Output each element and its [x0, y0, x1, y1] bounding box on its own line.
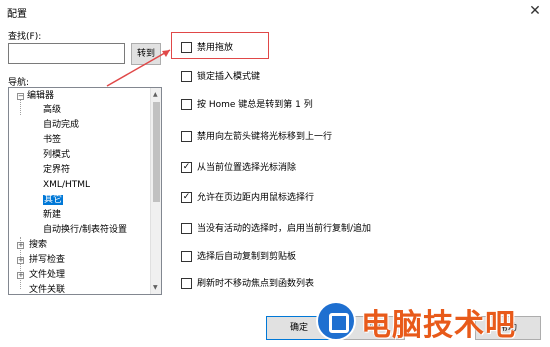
- collapse-icon[interactable]: −: [17, 93, 24, 100]
- expand-icon[interactable]: +: [17, 257, 24, 264]
- checkbox[interactable]: [181, 42, 192, 53]
- watermark-logo-icon: [316, 301, 356, 341]
- tree-item-file-association[interactable]: 文件关联: [29, 284, 65, 294]
- annotation-arrow-icon: [106, 49, 171, 87]
- tree-item-bookmarks[interactable]: 书签: [43, 134, 61, 147]
- nav-tree[interactable]: − 编辑器 高级 自动完成 书签 列模式 定界符 XML/HTML 其它 新建 …: [8, 87, 162, 295]
- tree-item-column-mode[interactable]: 列模式: [43, 149, 70, 162]
- tree-item-wrap-tab[interactable]: 自动换行/制表符设置: [43, 224, 127, 237]
- checkbox[interactable]: [181, 99, 192, 110]
- tree-item-delimiters[interactable]: 定界符: [43, 164, 70, 177]
- checkbox[interactable]: [181, 71, 192, 82]
- scroll-down-icon[interactable]: ▼: [153, 284, 158, 291]
- tree-item-advanced[interactable]: 高级: [43, 104, 61, 117]
- tree-item-autocomplete[interactable]: 自动完成: [43, 119, 79, 132]
- watermark: 电脑技术吧: [316, 296, 550, 344]
- find-label: 查找(F):: [8, 32, 42, 42]
- checkbox[interactable]: [181, 131, 192, 142]
- tree-item-xml-html[interactable]: XML/HTML: [43, 179, 90, 192]
- tree-item-other[interactable]: 其它: [43, 194, 64, 207]
- tree-item-new[interactable]: 新建: [43, 209, 61, 222]
- checkbox-checked[interactable]: ✓: [181, 162, 192, 173]
- nav-scrollbar[interactable]: ▲ ▼: [150, 88, 161, 294]
- checkbox[interactable]: [181, 278, 192, 289]
- expand-icon[interactable]: +: [17, 272, 24, 279]
- checkbox[interactable]: [181, 223, 192, 234]
- checkbox-checked[interactable]: ✓: [181, 192, 192, 203]
- scroll-thumb[interactable]: [153, 102, 160, 202]
- checkbox[interactable]: [181, 251, 192, 262]
- expand-icon[interactable]: +: [17, 242, 24, 249]
- window-title: 配置: [7, 9, 27, 20]
- title-bar: 配置 ✕: [0, 0, 550, 22]
- watermark-text: 电脑技术吧: [361, 308, 516, 343]
- close-button[interactable]: ✕: [526, 2, 544, 20]
